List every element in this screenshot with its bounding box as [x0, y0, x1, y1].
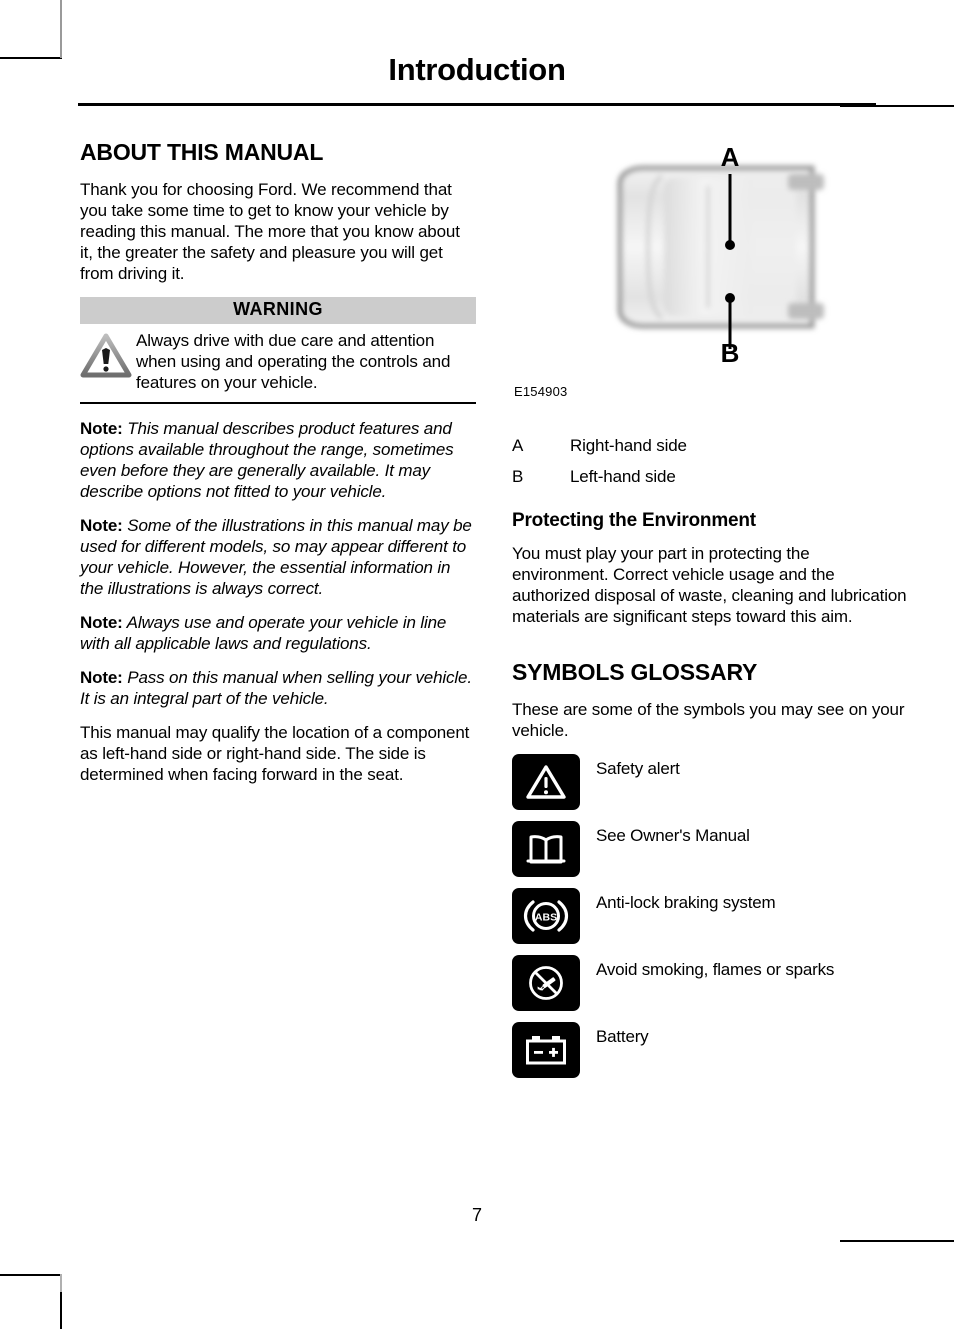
symbols-glossary-intro: These are some of the symbols you may se…	[512, 700, 905, 741]
header-divider	[78, 103, 876, 106]
symbol-row: Avoid smoking, flames or sparks	[512, 955, 908, 1012]
crop-mark-bottom-right-horizontal	[840, 1240, 954, 1242]
no-smoking-icon	[529, 966, 563, 1001]
environment-paragraph: You must play your part in protecting th…	[512, 543, 907, 626]
closing-paragraph: This manual may qualify the location of …	[80, 723, 470, 785]
callout-description: Right-hand side	[570, 436, 687, 455]
callout-key: B	[512, 467, 524, 486]
callout-label-b: B	[721, 338, 740, 362]
symbol-label: Battery	[596, 1027, 649, 1047]
symbol-row: Battery	[512, 1022, 908, 1079]
section-heading-about-this-manual: ABOUT THIS MANUAL	[80, 139, 324, 165]
note-text: Pass on this manual when selling your ve…	[80, 668, 472, 709]
warning-text: Always drive with due care and attention…	[136, 331, 451, 393]
vehicle-top-view-icon: A B	[617, 142, 824, 362]
symbol-label: Avoid smoking, flames or sparks	[596, 960, 835, 980]
callout-legend-row: A Right-hand side	[512, 430, 908, 461]
owners-manual-icon	[526, 835, 566, 864]
callout-description: Left-hand side	[570, 467, 676, 486]
subsection-heading-protecting-the-environment: Protecting the Environment	[512, 510, 756, 531]
symbol-label: Anti-lock braking system	[596, 893, 776, 913]
symbol-row: ABS Anti-lock braking system	[512, 888, 908, 945]
right-column: A B E154903 A Right-hand side B Left-han…	[512, 140, 908, 1089]
callout-legend-row: B Left-hand side	[512, 461, 908, 492]
page-title: Introduction	[388, 52, 566, 87]
note-label: Note:	[80, 516, 123, 536]
warning-body: Always drive with due care and attention…	[80, 330, 476, 405]
warning-block: WARNING Always drive with due care and a…	[80, 297, 476, 405]
note-item: Note: Pass on this manual when selling y…	[80, 667, 476, 709]
note-text: Some of the illustrations in this manual…	[80, 516, 472, 599]
crop-mark-bottom-left-horizontal	[0, 1274, 62, 1276]
symbol-badge	[512, 1022, 580, 1079]
battery-icon	[526, 1036, 566, 1065]
abs-icon: ABS	[523, 900, 569, 932]
note-text: This manual describes product features a…	[80, 419, 454, 502]
symbol-badge	[512, 821, 580, 878]
symbols-list: Safety alert See Owner's Manual ABS Anti…	[512, 754, 908, 1079]
vehicle-illustration-figure: A B E154903	[512, 140, 908, 399]
note-label: Note:	[80, 419, 123, 439]
callout-label-a: A	[721, 142, 740, 172]
safety-alert-icon	[526, 765, 566, 799]
note-text: Always use and operate your vehicle in l…	[80, 613, 447, 654]
callout-legend: A Right-hand side B Left-hand side	[512, 430, 908, 492]
symbol-label: Safety alert	[596, 759, 680, 779]
note-item: Note: This manual describes product feat…	[80, 418, 476, 502]
note-label: Note:	[80, 613, 123, 633]
intro-paragraph: Thank you for choosing Ford. We recommen…	[80, 180, 460, 284]
warning-banner-label: WARNING	[80, 297, 476, 325]
symbol-badge	[512, 754, 580, 811]
note-label: Note:	[80, 668, 123, 688]
symbol-badge: ABS	[512, 888, 580, 945]
symbol-row: Safety alert	[512, 754, 908, 811]
symbol-row: See Owner's Manual	[512, 821, 908, 878]
callout-key: A	[512, 436, 524, 455]
symbol-label: See Owner's Manual	[596, 826, 750, 846]
image-reference-code: E154903	[514, 384, 568, 399]
crop-mark-top-left-vertical	[60, 0, 62, 58]
left-column: ABOUT THIS MANUAL Thank you for choosing…	[80, 139, 476, 798]
note-item: Note: Some of the illustrations in this …	[80, 515, 476, 599]
warning-triangle-icon	[80, 333, 132, 378]
page-number: 7	[471, 1205, 482, 1225]
symbol-badge	[512, 955, 580, 1012]
note-item: Note: Always use and operate your vehicl…	[80, 612, 476, 654]
svg-text:ABS: ABS	[535, 912, 557, 924]
warning-divider	[80, 402, 476, 405]
crop-mark-bottom-left-vertical-tip	[60, 1274, 62, 1292]
section-heading-symbols-glossary: SYMBOLS GLOSSARY	[512, 658, 758, 685]
